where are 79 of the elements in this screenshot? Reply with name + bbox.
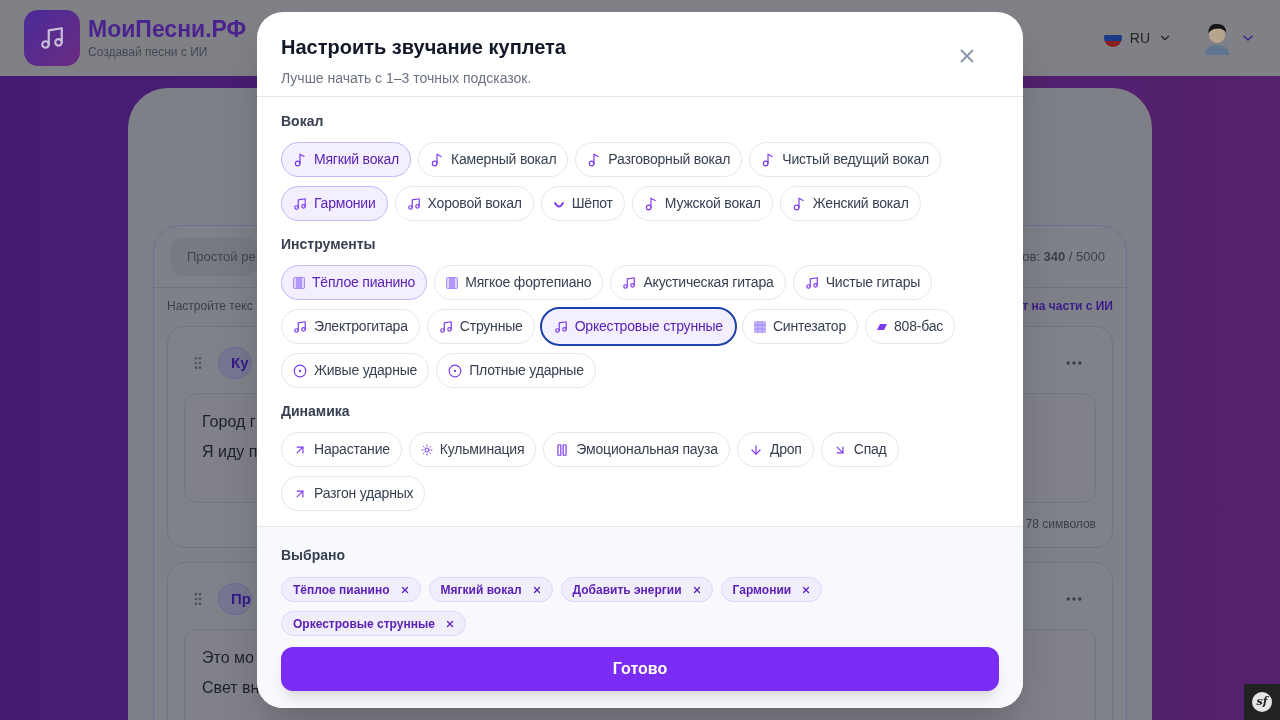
option-chip[interactable]: Женский вокал: [779, 186, 921, 221]
notes-icon: [804, 275, 819, 290]
group-title: Инструменты: [281, 235, 377, 254]
pause-icon: [555, 442, 570, 457]
notes-icon: [553, 319, 568, 334]
logo-icon[interactable]: [24, 10, 80, 66]
option-chip[interactable]: Оркестровые струнные: [541, 309, 735, 344]
option-chip[interactable]: Тёплое пианино: [281, 265, 428, 300]
notes-icon: [622, 275, 637, 290]
tagline: Создавай песни с ИИ: [88, 44, 209, 62]
option-chip[interactable]: Чистые гитары: [792, 265, 933, 300]
piano-icon: [293, 276, 305, 289]
note-icon: [587, 152, 602, 167]
language-selector[interactable]: RU: [1103, 27, 1172, 49]
group-title: Динамика: [281, 402, 351, 421]
grid-icon: [753, 320, 766, 333]
dialog-title: Настроить звучание куплета: [281, 35, 566, 60]
notes-icon: [406, 196, 421, 211]
option-chip[interactable]: Гармонии: [281, 186, 388, 221]
option-chip[interactable]: Мягкий вокал: [281, 142, 412, 177]
option-chip[interactable]: Нарастание: [281, 432, 402, 467]
note-icon: [791, 196, 806, 211]
option-chip[interactable]: Чистый ведущий вокал: [749, 142, 942, 177]
note-icon: [293, 152, 307, 167]
sparkle-icon: [420, 443, 433, 456]
selected-tag[interactable]: Гармонии: [720, 577, 823, 602]
option-chip[interactable]: Эмоциональная пауза: [543, 432, 730, 467]
dialog-subtitle: Лучше начать с 1–3 точных подсказок.: [281, 69, 533, 88]
lyrics-line: Я иду п: [202, 442, 259, 462]
selected-title: Выбрано: [281, 546, 347, 565]
debug-toolbar[interactable]: sf: [1244, 684, 1280, 720]
lyrics-line: Это мо: [202, 648, 255, 668]
toolbar-logo[interactable]: sf: [1252, 692, 1272, 712]
remove-icon[interactable]: [531, 584, 542, 595]
option-chip[interactable]: Акустическая гитара: [610, 265, 786, 300]
piano-icon: [446, 276, 459, 289]
lyrics-line: Город г: [202, 412, 257, 432]
notes-icon: [438, 319, 453, 334]
selected-tag[interactable]: Тёплое пианино: [281, 577, 421, 602]
option-chip[interactable]: Кульминация: [408, 432, 537, 467]
option-chip[interactable]: Струнные: [426, 309, 535, 344]
remove-icon[interactable]: [444, 618, 455, 629]
option-chip[interactable]: Дроп: [736, 432, 814, 467]
remove-icon[interactable]: [801, 584, 812, 595]
music-note-icon: [39, 25, 65, 51]
option-chip[interactable]: Разгон ударных: [281, 476, 426, 511]
notes-icon: [293, 319, 307, 334]
option-chip[interactable]: Живые ударные: [281, 353, 430, 388]
selected-tag[interactable]: Оркестровые струнные: [281, 611, 466, 636]
option-chip[interactable]: Шёпот: [540, 186, 625, 221]
bass-icon: [877, 322, 888, 331]
option-chip[interactable]: Спад: [820, 432, 899, 467]
option-chip[interactable]: Разговорный вокал: [575, 142, 743, 177]
avatar-icon[interactable]: [1202, 21, 1232, 55]
drum-icon: [448, 363, 463, 378]
lyrics-line: Свет вн: [202, 678, 261, 698]
option-chip[interactable]: Плотные ударные: [436, 353, 596, 388]
remove-icon[interactable]: [691, 584, 702, 595]
flag-icon: [1103, 29, 1122, 47]
notes-icon: [293, 196, 307, 211]
selected-tag[interactable]: Мягкий вокал: [428, 577, 553, 602]
option-chip[interactable]: 808-бас: [865, 309, 956, 344]
option-chip[interactable]: Электрогитара: [281, 309, 420, 344]
note-icon: [761, 152, 776, 167]
character-count: 78 символов: [1025, 516, 1096, 533]
option-chip[interactable]: Камерный вокал: [418, 142, 569, 177]
remove-icon[interactable]: [399, 584, 410, 595]
option-chip[interactable]: Синтезатор: [741, 309, 859, 344]
character-counter: ов: 340 / 5000: [1022, 247, 1106, 266]
group-title: Вокал: [281, 112, 325, 131]
drum-icon: [293, 363, 307, 378]
done-button[interactable]: Готово: [281, 647, 999, 691]
note-icon: [430, 152, 445, 167]
selected-tag[interactable]: Добавить энергии: [560, 577, 713, 602]
option-chip[interactable]: Мягкое фортепиано: [434, 265, 604, 300]
option-chip[interactable]: Мужской вокал: [631, 186, 773, 221]
hint-text: Настройте текс: [167, 298, 253, 315]
option-chip[interactable]: Хоровой вокал: [394, 186, 534, 221]
note-icon: [643, 196, 658, 211]
